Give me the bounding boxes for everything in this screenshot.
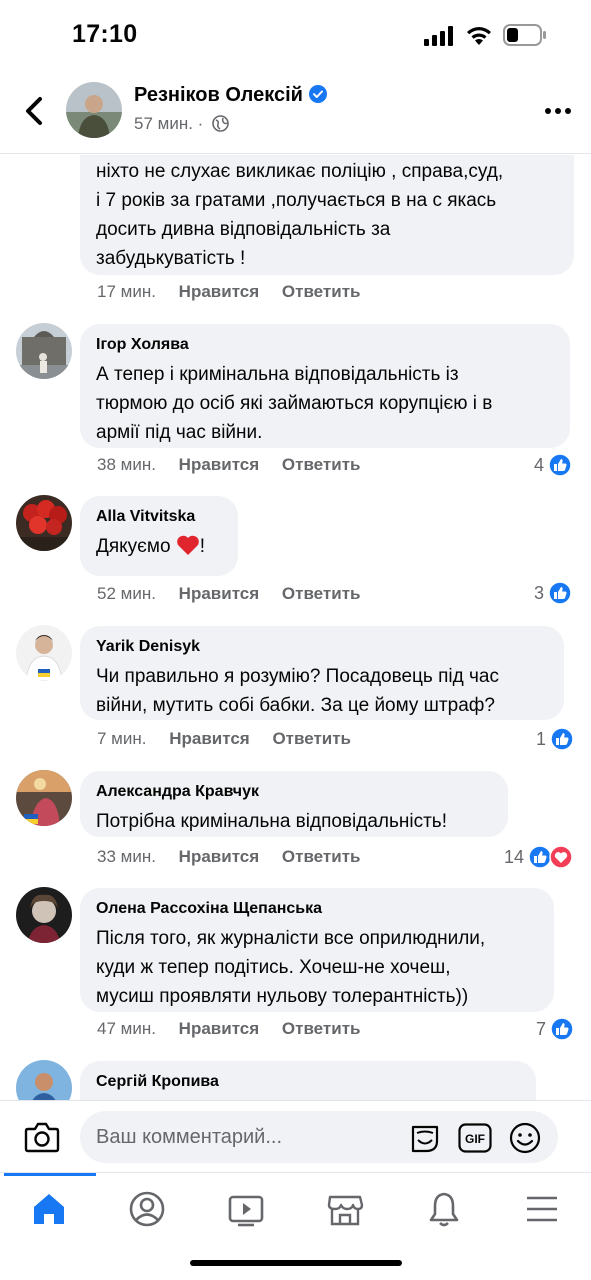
- love-reaction-icon: [549, 845, 573, 869]
- status-bar: 17:10: [0, 0, 591, 70]
- reaction-summary[interactable]: 4: [534, 453, 572, 477]
- comment-author[interactable]: Александра Кравчук: [96, 783, 492, 801]
- post-meta: 57 мин. ·: [134, 114, 229, 134]
- like-reaction-icon: [548, 581, 572, 605]
- red-heart-emoji-icon: [176, 535, 199, 555]
- like-button[interactable]: Нравится: [169, 729, 250, 748]
- comment-text: Дякуємо !: [96, 535, 206, 557]
- comment-author[interactable]: Yarik Denisyk: [96, 638, 548, 656]
- verified-badge-icon: [308, 85, 327, 103]
- post-header: Резніков Олексій 57 мин. ·: [0, 70, 591, 154]
- menu-icon[interactable]: [522, 1189, 562, 1229]
- comment-time: 33 мин.: [97, 847, 156, 866]
- post-author-name[interactable]: Резніков Олексій: [134, 84, 327, 107]
- comments-list[interactable]: ніхто не слухає викликає поліцію , справ…: [0, 155, 591, 1100]
- comment-bubble[interactable]: Олена Рассохіна Щепанська Після того, як…: [80, 888, 554, 1012]
- reply-button[interactable]: Ответить: [282, 455, 361, 474]
- wifi-icon: [467, 27, 491, 45]
- post-meta-separator: ·: [197, 114, 204, 133]
- reaction-summary[interactable]: 14: [504, 845, 573, 869]
- post-time: 57 мин.: [134, 114, 193, 133]
- comment-author[interactable]: Alla Vitvitska: [96, 508, 222, 526]
- avatar[interactable]: [16, 625, 72, 681]
- comment-time: 17 мин.: [97, 282, 156, 301]
- avatar[interactable]: [16, 1060, 72, 1100]
- reaction-count: 1: [536, 728, 547, 749]
- comment-input[interactable]: [96, 1123, 396, 1151]
- reply-button[interactable]: Ответить: [282, 282, 361, 301]
- reaction-summary[interactable]: 1: [536, 727, 574, 751]
- comment-actions: 38 мин. Нравится Ответить: [97, 455, 378, 475]
- comment-composer: GIF: [0, 1100, 591, 1172]
- comment-text: Після того, як журналісти все оприлюднил…: [96, 928, 486, 1007]
- video-icon[interactable]: [226, 1189, 266, 1229]
- comment-text: А тепер і кримінальна відповідальність і…: [96, 364, 493, 443]
- globe-icon: [212, 115, 229, 132]
- comment-text: ніхто не слухає викликає поліцію , справ…: [96, 161, 504, 269]
- comment-text: Чи правильно я розумію? Посадовець під ч…: [96, 666, 499, 716]
- reply-button[interactable]: Ответить: [282, 847, 361, 866]
- avatar[interactable]: [16, 495, 72, 551]
- comment-bubble[interactable]: Сергій Кропива: [80, 1061, 536, 1100]
- comment-text: Потрібна кримінальна відповідальність!: [96, 811, 447, 832]
- home-icon[interactable]: [29, 1189, 69, 1229]
- more-options-icon[interactable]: [544, 106, 572, 116]
- reaction-count: 7: [536, 1018, 547, 1039]
- reaction-count: 3: [534, 582, 545, 603]
- comment-bubble[interactable]: Ігор Холява А тепер і кримінальна відпов…: [80, 324, 570, 448]
- active-tab-indicator: [4, 1173, 96, 1176]
- reaction-summary[interactable]: 7: [536, 1017, 574, 1041]
- comment-time: 47 мин.: [97, 1019, 156, 1038]
- like-button[interactable]: Нравится: [179, 584, 260, 603]
- like-reaction-icon: [548, 453, 572, 477]
- avatar[interactable]: [16, 770, 72, 826]
- avatar[interactable]: [16, 323, 72, 379]
- comment-actions: 17 мин. Нравится Ответить: [97, 282, 378, 302]
- reaction-summary[interactable]: 3: [534, 581, 572, 605]
- profile-icon[interactable]: [127, 1189, 167, 1229]
- comment-author[interactable]: Олена Рассохіна Щепанська: [96, 900, 538, 918]
- reply-button[interactable]: Ответить: [282, 1019, 361, 1038]
- back-arrow-icon[interactable]: [20, 94, 50, 128]
- reply-button[interactable]: Ответить: [272, 729, 351, 748]
- reply-button[interactable]: Ответить: [282, 584, 361, 603]
- comment-bubble[interactable]: ніхто не слухає викликає поліцію , справ…: [80, 155, 574, 275]
- comment-author[interactable]: Сергій Кропива: [96, 1073, 520, 1091]
- cellular-signal-icon: [424, 26, 453, 46]
- gif-icon[interactable]: GIF: [458, 1123, 492, 1153]
- comment-actions: 47 мин. Нравится Ответить: [97, 1019, 378, 1039]
- comment-time: 52 мин.: [97, 584, 156, 603]
- comment-actions: 33 мин. Нравится Ответить: [97, 847, 378, 867]
- avatar[interactable]: [16, 887, 72, 943]
- comment-time: 38 мин.: [97, 455, 156, 474]
- marketplace-icon[interactable]: [325, 1189, 365, 1229]
- emoji-icon[interactable]: [508, 1121, 542, 1155]
- comment-bubble[interactable]: Yarik Denisyk Чи правильно я розумію? По…: [80, 626, 564, 720]
- like-button[interactable]: Нравится: [179, 455, 260, 474]
- bell-icon[interactable]: [424, 1189, 464, 1229]
- comment-input-container[interactable]: GIF: [80, 1111, 558, 1163]
- camera-icon[interactable]: [24, 1121, 60, 1153]
- status-time: 17:10: [72, 20, 138, 48]
- comment-time: 7 мин.: [97, 729, 147, 748]
- like-reaction-icon: [550, 727, 574, 751]
- sticker-icon[interactable]: [408, 1121, 442, 1155]
- svg-text:GIF: GIF: [465, 1132, 485, 1146]
- like-button[interactable]: Нравится: [179, 1019, 260, 1038]
- comment-bubble[interactable]: Alla Vitvitska Дякуємо !: [80, 496, 238, 576]
- like-reaction-icon: [550, 1017, 574, 1041]
- like-button[interactable]: Нравится: [179, 847, 260, 866]
- comment-bubble[interactable]: Александра Кравчук Потрібна кримінальна …: [80, 771, 508, 837]
- like-button[interactable]: Нравится: [179, 282, 260, 301]
- comment-actions: 52 мин. Нравится Ответить: [97, 584, 378, 604]
- author-avatar[interactable]: [66, 82, 122, 138]
- reaction-count: 4: [534, 454, 545, 475]
- comment-actions: 7 мин. Нравится Ответить: [97, 729, 369, 749]
- battery-icon: [503, 24, 546, 46]
- comment-author[interactable]: Ігор Холява: [96, 336, 554, 354]
- home-indicator[interactable]: [190, 1260, 402, 1266]
- reaction-count: 14: [504, 846, 525, 867]
